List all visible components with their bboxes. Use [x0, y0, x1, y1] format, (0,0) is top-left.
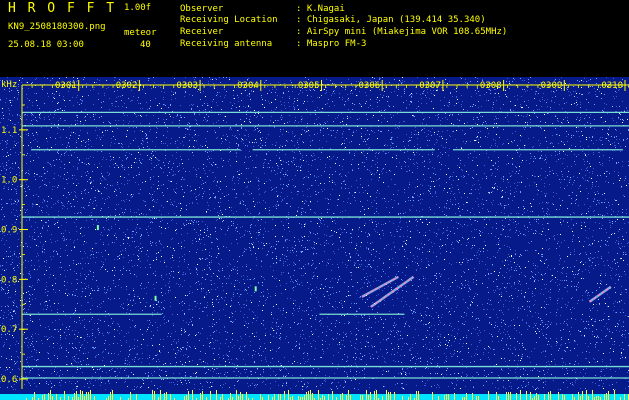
app-title: H R O F F T: [8, 1, 117, 16]
spectrogram-svg: 0301 0302 0303 0304 0305 0306 0307 0308 0309 0310…: [0, 77, 629, 400]
y-axis-label: kHz: [1, 80, 17, 90]
meteor-ping: [254, 286, 257, 292]
x-tick-label: 0310: [601, 81, 623, 91]
y-tick-label: 0.6: [1, 375, 17, 385]
antenna-label: Receiving antenna: [180, 39, 273, 49]
location-label: Receiving Location: [180, 15, 278, 25]
x-tick-label: 0307: [419, 81, 441, 91]
x-tick-label: 0308: [480, 81, 502, 91]
meteor-label: meteor: [124, 28, 157, 38]
x-tick-label: 0304: [237, 81, 259, 91]
hrofft-screen: { "header": { "app_name": "H R O F F T",…: [0, 0, 629, 400]
receiver-value: : AirSpy mini (Miakejima VOR 108.65MHz): [296, 27, 508, 37]
spectrogram-plot: 0301 0302 0303 0304 0305 0306 0307 0308 0309 0310…: [0, 77, 629, 400]
y-tick-label: 1.1: [1, 126, 17, 136]
meteor-ping: [96, 225, 99, 231]
receiver-label: Receiver: [180, 27, 224, 37]
x-tick-label: 0309: [541, 81, 563, 91]
location-value: : Chigasaki, Japan (139.414 35.340): [296, 15, 486, 25]
x-tick-label: 0303: [176, 81, 198, 91]
meteor-count: 40: [140, 40, 151, 50]
observer-value: : K.Nagai: [296, 4, 345, 14]
x-tick-label: 0302: [116, 81, 138, 91]
app-version: 1.00f: [124, 3, 152, 13]
observation-datetime: 25.08.18 03:00: [8, 40, 84, 50]
y-tick-label: 0.9: [1, 226, 17, 236]
x-tick-label: 0306: [359, 81, 381, 91]
x-tick-label: 0301: [55, 81, 77, 91]
y-tick-label: 0.8: [1, 275, 17, 285]
image-filename: KN9_2508180300.png: [8, 22, 106, 32]
meteor-ping: [154, 295, 157, 301]
antenna-value: : Maspro FM-3: [296, 39, 367, 49]
observer-label: Observer: [180, 4, 224, 14]
y-tick-label: 1.0: [1, 176, 17, 186]
x-tick-label: 0305: [298, 81, 320, 91]
y-tick-label: 0.7: [1, 325, 17, 335]
